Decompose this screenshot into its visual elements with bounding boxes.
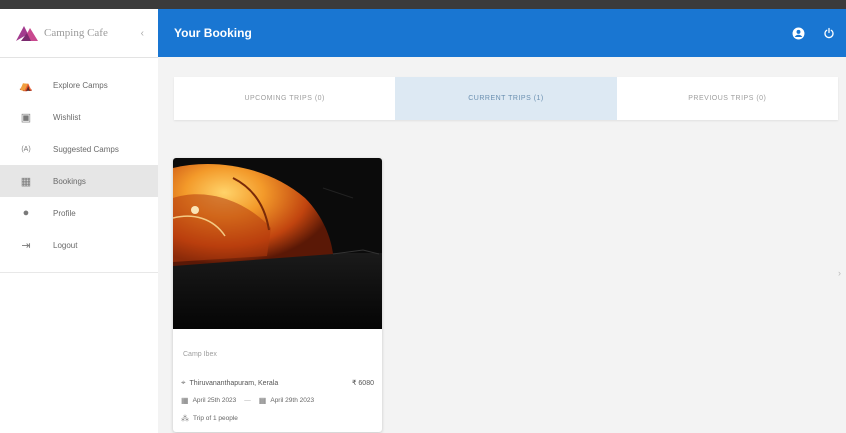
suggested-icon: (A) [21,145,31,153]
collapse-sidebar-icon[interactable]: ‹ [141,28,144,39]
camping-logo-icon [16,26,38,41]
app-bar-actions [791,26,836,40]
people-icon: ⁂ [181,414,189,423]
calendar-end-icon: ▦ [258,396,267,405]
sidebar-item-label: Suggested Camps [53,144,119,154]
sidebar-item-wishlist[interactable]: ▣ Wishlist [0,101,158,133]
heart-box-icon: ▣ [20,111,32,124]
booking-card[interactable]: Camp Ibex ⌖ Thiruvananthapuram, Kerala ₹… [173,158,382,432]
sidebar-item-explore-camps[interactable]: ⛺ Explore Camps [0,69,158,101]
sidebar-item-label: Profile [53,208,76,218]
brand-name: Camping Cafe [44,27,108,39]
end-date: April 29th 2023 [270,397,315,404]
sidebar-nav: ⛺ Explore Camps ▣ Wishlist (A) Suggested… [0,69,158,261]
sidebar-item-label: Logout [53,240,78,250]
sidebar-item-suggested-camps[interactable]: (A) Suggested Camps [0,133,158,165]
location-row: ⌖ Thiruvananthapuram, Kerala ₹ 6080 [181,378,374,388]
sidebar-item-label: Wishlist [53,112,81,122]
power-icon[interactable] [822,26,836,40]
sidebar-item-bookings[interactable]: ▦ Bookings [0,165,158,197]
trip-tabs: UPCOMING TRIPS (0) CURRENT TRIPS (1) PRE… [174,77,838,120]
sidebar-header: Camping Cafe ‹ [0,9,158,58]
tab-current-trips[interactable]: CURRENT TRIPS (1) [395,77,617,120]
camp-photo [173,158,382,329]
account-icon: ● [22,207,30,219]
sidebar-item-label: Explore Camps [53,80,108,90]
sidebar: Camping Cafe ‹ ⛺ Explore Camps ▣ Wishlis… [0,9,158,433]
calendar-icon: ▦ [20,175,32,188]
sidebar-item-label: Bookings [53,176,86,186]
sidebar-item-logout[interactable]: ⇥ Logout [0,229,158,261]
app-bar: Your Booking [158,9,846,57]
trip-size: Trip of 1 people [193,415,238,422]
booking-price: ₹ 6080 [352,380,374,387]
tab-upcoming-trips[interactable]: UPCOMING TRIPS (0) [174,77,395,120]
dates-row: ▦ April 25th 2023 — ▦ April 29th 2023 [181,396,374,405]
camp-location: Thiruvananthapuram, Kerala [189,379,279,387]
trip-size-row: ⁂ Trip of 1 people [181,414,238,423]
account-circle-icon[interactable] [791,26,805,40]
start-date: April 25th 2023 [192,397,237,404]
scroll-hint-icon: › [838,268,841,278]
sidebar-divider [0,272,158,273]
top-strip [0,0,846,9]
date-separator: — [244,397,251,404]
location-pin-icon: ⌖ [181,378,186,387]
page-title: Your Booking [174,26,252,40]
camp-name: Camp Ibex [183,351,217,358]
sidebar-item-profile[interactable]: ● Profile [0,197,158,229]
tab-previous-trips[interactable]: PREVIOUS TRIPS (0) [617,77,838,120]
logout-icon: ⇥ [21,239,31,252]
calendar-start-icon: ▦ [181,396,189,405]
tent-icon: ⛺ [19,79,33,92]
